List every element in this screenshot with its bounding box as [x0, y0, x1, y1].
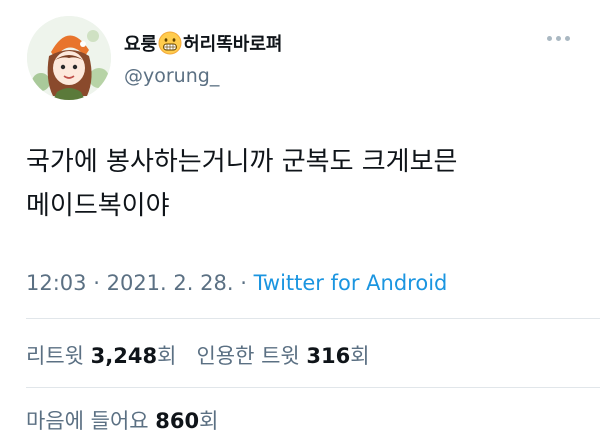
retweet-count: 3,248 — [90, 344, 158, 368]
more-dot — [565, 36, 570, 41]
likes-stat[interactable]: 마음에 들어요 860회 — [26, 405, 218, 435]
quote-tweets-stat[interactable]: 인용한 트윗 316회 — [196, 344, 369, 368]
display-name-prefix: 요룽 — [124, 34, 158, 55]
tweet-text: 국가에 봉사하는거니까 군복도 크게보믄 메이드복이야 — [26, 147, 458, 221]
like-label: 마음에 들어요 — [26, 409, 149, 433]
retweet-label: 리트윗 — [26, 344, 84, 368]
grimacing-face-icon — [158, 31, 182, 55]
tweet-meta: 12:03 · 2021. 2. 28. · Twitter for Andro… — [26, 271, 447, 295]
display-name-suffix: 허리똑바로펴 — [183, 34, 283, 55]
meta-separator: · — [93, 271, 100, 295]
retweet-stats-row: 리트윗 3,248회 인용한 트윗 316회 — [26, 340, 370, 370]
meta-separator: · — [240, 271, 247, 295]
like-unit: 회 — [199, 409, 219, 433]
like-count: 860 — [155, 409, 200, 433]
tweet-source-link[interactable]: Twitter for Android — [254, 271, 448, 295]
retweet-unit: 회 — [157, 344, 177, 368]
more-dot — [556, 36, 561, 41]
more-dot — [547, 36, 552, 41]
quote-label: 인용한 트윗 — [196, 344, 300, 368]
more-options-icon[interactable] — [547, 36, 570, 41]
tweet-date[interactable]: 2021. 2. 28. — [107, 271, 234, 295]
retweets-stat[interactable]: 리트윗 3,248회 — [26, 344, 176, 368]
avatar[interactable] — [27, 16, 111, 100]
divider — [26, 387, 600, 388]
divider — [26, 318, 600, 319]
tweet-time[interactable]: 12:03 — [26, 271, 87, 295]
quote-unit: 회 — [350, 344, 370, 368]
display-name[interactable]: 요룽 허리똑바로펴 — [124, 30, 282, 56]
avatar-illustration — [27, 16, 111, 100]
quote-count: 316 — [306, 344, 351, 368]
user-handle[interactable]: @yorung_ — [124, 65, 219, 87]
